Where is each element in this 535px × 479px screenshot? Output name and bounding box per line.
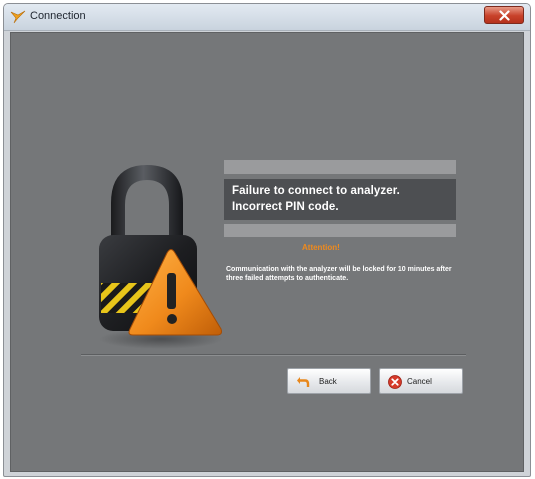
title-bar[interactable]: Connection [4,4,530,31]
back-button-label: Back [319,377,337,386]
back-button[interactable]: Back [287,368,371,394]
cancel-button[interactable]: Cancel [379,368,463,394]
error-message-line-1: Failure to connect to analyzer. [232,185,400,197]
message-bottom-bar [224,224,456,237]
error-message-box: Failure to connect to analyzer. Incorrec… [224,179,456,220]
app-logo-icon [10,10,26,24]
window-title: Connection [30,10,86,22]
lockout-note: Communication with the analyzer will be … [226,266,452,282]
back-arrow-icon [297,377,310,387]
error-message-line-2: Incorrect PIN code. [232,201,339,213]
close-button[interactable] [484,6,524,24]
connection-dialog-window: Connection Failure to connect to analyze… [3,3,531,477]
cancel-icon [388,375,402,389]
close-icon [499,10,510,21]
cancel-button-label: Cancel [407,377,432,386]
attention-label: Attention! [302,243,340,252]
separator [81,354,466,356]
padlock-warning-icon [99,165,223,349]
message-top-bar [224,160,456,174]
dialog-content: Failure to connect to analyzer. Incorrec… [10,32,524,472]
